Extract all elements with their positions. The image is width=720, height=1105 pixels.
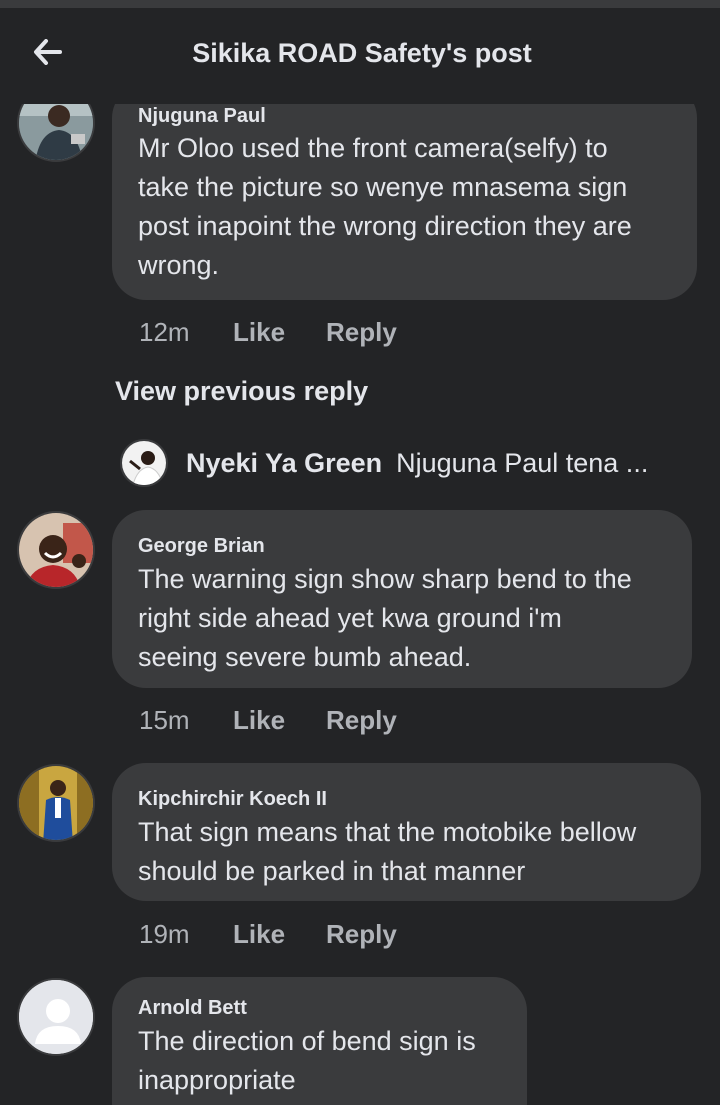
avatar[interactable] xyxy=(17,978,95,1056)
comment-time: 15m xyxy=(139,704,190,735)
comment-text: The warning sign show sharp bend to the … xyxy=(138,564,632,672)
comment-text: That sign means that the motobike bellow… xyxy=(138,817,637,886)
view-previous-reply-link[interactable]: View previous reply xyxy=(115,376,368,407)
comment-bubble: George Brian The warning sign show sharp… xyxy=(112,510,692,688)
comment-bubble: Kipchirchir Koech II That sign means tha… xyxy=(112,763,701,901)
avatar[interactable] xyxy=(120,439,168,487)
comment-actions: 19m Like Reply xyxy=(139,914,397,954)
comment-time: 19m xyxy=(139,918,190,949)
reply-button[interactable]: Reply xyxy=(326,317,397,348)
reply-author: Nyeki Ya Green xyxy=(186,447,383,478)
comment-author[interactable]: Kipchirchir Koech II xyxy=(138,787,327,811)
avatar[interactable] xyxy=(17,764,95,842)
comment-bubble: Arnold Bett The direction of bend sign i… xyxy=(112,977,527,1105)
comment-author[interactable]: Arnold Bett xyxy=(138,996,247,1020)
comment-author[interactable]: Njuguna Paul xyxy=(138,104,266,128)
comment-text: Mr Oloo used the front camera(selfy) to … xyxy=(138,133,632,280)
comment-bubble: Njuguna Paul Mr Oloo used the front came… xyxy=(112,104,697,300)
comment-time: 12m xyxy=(139,316,190,347)
like-button[interactable]: Like xyxy=(233,919,326,950)
reply-button[interactable]: Reply xyxy=(326,919,397,950)
reply-snippet: Njuguna Paul tena ... xyxy=(396,447,649,478)
reply-preview[interactable]: Nyeki Ya Green Njuguna Paul tena ... xyxy=(120,438,648,488)
comments-list: Njuguna Paul Mr Oloo used the front came… xyxy=(0,104,720,1105)
comment-actions: 12m Like Reply xyxy=(139,312,397,352)
like-button[interactable]: Like xyxy=(233,705,326,736)
like-button[interactable]: Like xyxy=(233,317,326,348)
avatar[interactable] xyxy=(17,511,95,589)
comment-author[interactable]: George Brian xyxy=(138,534,265,558)
default-user-icon xyxy=(19,980,93,1054)
page-title: Sikika ROAD Safety's post xyxy=(192,38,532,68)
reply-button[interactable]: Reply xyxy=(326,705,397,736)
status-bar xyxy=(0,0,720,8)
comment-actions: 15m Like Reply xyxy=(139,700,397,740)
comment-text: The direction of bend sign is inappropri… xyxy=(138,1026,476,1095)
avatar[interactable] xyxy=(17,104,95,162)
header: Sikika ROAD Safety's post xyxy=(0,8,720,104)
